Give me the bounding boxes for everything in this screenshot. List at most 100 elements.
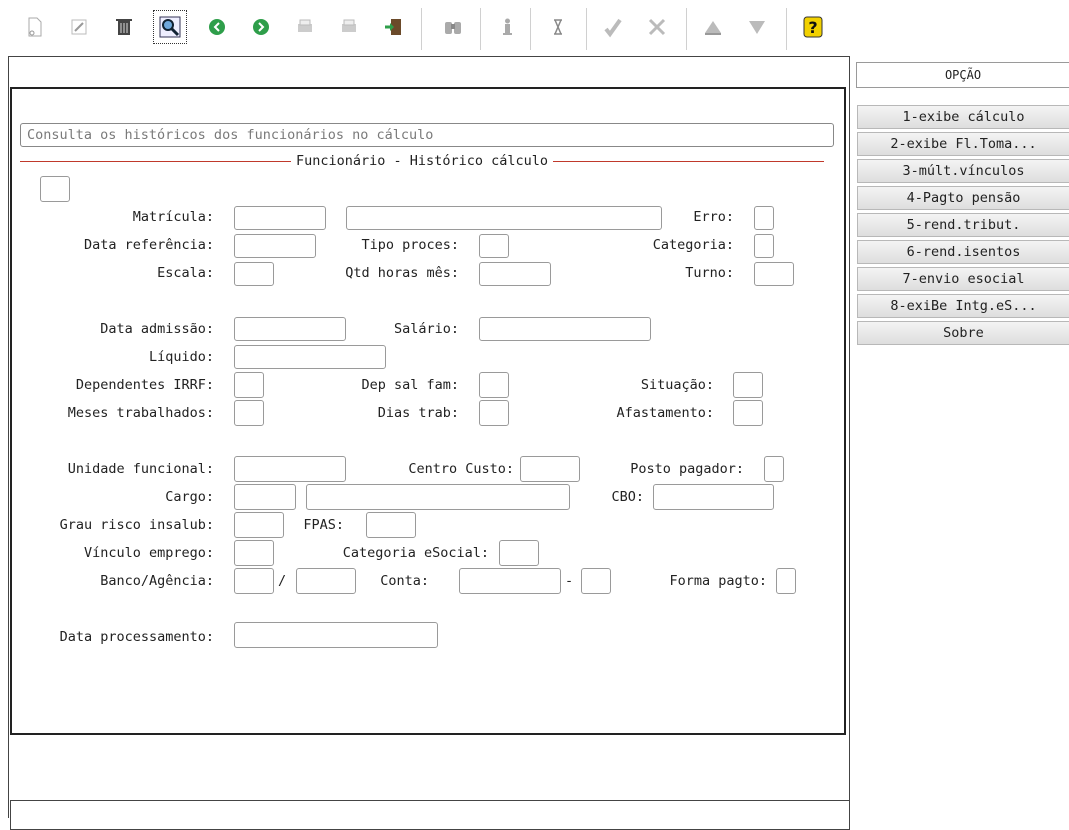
next-icon[interactable]	[248, 14, 274, 40]
up-icon[interactable]	[700, 14, 726, 40]
option-mult-vinculos-button[interactable]: 3-múlt.vínculos	[857, 159, 1069, 183]
option-exibe-fl-toma-button[interactable]: 2-exibe Fl.Toma...	[857, 132, 1069, 156]
dep-sal-fam-field[interactable]	[479, 372, 509, 398]
conta-label: Conta:	[380, 573, 429, 589]
toolbar-separator	[586, 8, 587, 50]
afastamento-field[interactable]	[733, 400, 763, 426]
edit-icon[interactable]	[66, 14, 92, 40]
fpas-field[interactable]	[366, 512, 416, 538]
erro-field[interactable]	[754, 206, 774, 230]
turno-field[interactable]	[754, 262, 794, 286]
situacao-field[interactable]	[733, 372, 763, 398]
dependentes-irrf-field[interactable]	[234, 372, 264, 398]
data-processamento-label: Data processamento:	[59, 629, 214, 645]
group-header: Funcionário - Histórico cálculo	[20, 153, 824, 169]
liquido-field[interactable]	[234, 345, 386, 369]
cargo-code-field[interactable]	[234, 484, 296, 510]
print-icon[interactable]	[292, 14, 318, 40]
option-rend-isentos-button[interactable]: 6-rend.isentos	[857, 240, 1069, 264]
matricula-field[interactable]	[234, 206, 326, 230]
binoculars-icon[interactable]	[440, 14, 466, 40]
hourglass-icon[interactable]	[545, 14, 571, 40]
options-header: OPÇÃO	[856, 62, 1069, 88]
qtd-horas-mes-label: Qtd horas mês:	[345, 265, 459, 281]
toolbar-separator	[530, 8, 531, 50]
search-icon[interactable]	[153, 10, 187, 44]
escala-label: Escala:	[157, 265, 214, 281]
cbo-field[interactable]	[653, 484, 774, 510]
salario-field[interactable]	[479, 317, 651, 341]
help-icon[interactable]: ?	[800, 14, 826, 40]
grau-risco-field[interactable]	[234, 512, 284, 538]
tipo-proces-label: Tipo proces:	[361, 237, 459, 253]
posto-pagador-label: Posto pagador:	[630, 461, 744, 477]
exit-icon[interactable]	[380, 14, 406, 40]
new-icon[interactable]	[22, 14, 48, 40]
option-exibe-calculo-button[interactable]: 1-exibe cálculo	[857, 105, 1069, 129]
conta-field[interactable]	[459, 568, 561, 594]
banco-agencia-label: Banco/Agência:	[100, 573, 214, 589]
tipo-proces-field[interactable]	[479, 234, 509, 258]
description-bar: Consulta os históricos dos funcionários …	[20, 123, 834, 147]
vinculo-emprego-field[interactable]	[234, 540, 274, 566]
svg-text:?: ?	[808, 18, 817, 37]
categoria-esocial-field[interactable]	[499, 540, 539, 566]
cargo-label: Cargo:	[165, 489, 214, 505]
toolbar-separator	[421, 8, 422, 50]
dias-trab-label: Dias trab:	[377, 405, 459, 421]
confirm-icon[interactable]	[600, 14, 626, 40]
option-exibe-intg-esocial-button[interactable]: 8-exiBe Intg.eS...	[857, 294, 1069, 318]
unidade-funcional-label: Unidade funcional:	[67, 461, 214, 477]
categoria-label: Categoria:	[652, 237, 734, 253]
qtd-horas-mes-field[interactable]	[479, 262, 551, 286]
conta-separator: -	[565, 573, 574, 589]
forma-pagto-label: Forma pagto:	[669, 573, 767, 589]
cbo-label: CBO:	[611, 489, 644, 505]
data-processamento-field[interactable]	[234, 622, 438, 648]
categoria-field[interactable]	[754, 234, 774, 258]
info-icon[interactable]	[494, 14, 520, 40]
filter-icon[interactable]	[744, 14, 770, 40]
banco-agencia-separator: /	[278, 573, 287, 589]
dependentes-irrf-label: Dependentes IRRF:	[75, 377, 214, 393]
meses-trabalhados-field[interactable]	[234, 400, 264, 426]
unidade-funcional-field[interactable]	[234, 456, 346, 482]
liquido-label: Líquido:	[148, 349, 214, 365]
agencia-field[interactable]	[296, 568, 356, 594]
banco-field[interactable]	[234, 568, 274, 594]
select-checkbox[interactable]	[40, 176, 70, 202]
situacao-label: Situação:	[640, 377, 714, 393]
conta-digito-field[interactable]	[581, 568, 611, 594]
cancel-icon[interactable]	[644, 14, 670, 40]
previous-icon[interactable]	[204, 14, 230, 40]
posto-pagador-field[interactable]	[764, 456, 784, 482]
centro-custo-field[interactable]	[520, 456, 580, 482]
data-admissao-label: Data admissão:	[100, 321, 214, 337]
option-envio-esocial-button[interactable]: 7-envio esocial	[857, 267, 1069, 291]
dias-trab-field[interactable]	[479, 400, 509, 426]
grau-risco-label: Grau risco insalub:	[59, 517, 214, 533]
matricula-label: Matrícula:	[132, 209, 214, 225]
group-title: Funcionário - Histórico cálculo	[291, 153, 553, 169]
print-preview-icon[interactable]	[336, 14, 362, 40]
option-pagto-pensao-button[interactable]: 4-Pagto pensão	[857, 186, 1069, 210]
afastamento-label: Afastamento:	[616, 405, 714, 421]
centro-custo-label: Centro Custo:	[408, 461, 514, 477]
nome-field[interactable]	[346, 206, 662, 230]
fpas-label: FPAS:	[303, 517, 344, 533]
option-rend-tribut-button[interactable]: 5-rend.tribut.	[857, 213, 1069, 237]
vinculo-emprego-label: Vínculo emprego:	[83, 545, 214, 561]
categoria-esocial-label: Categoria eSocial:	[342, 545, 489, 561]
forma-pagto-field[interactable]	[776, 568, 796, 594]
delete-icon[interactable]	[111, 14, 137, 40]
toolbar-separator	[686, 8, 687, 50]
status-box	[10, 800, 850, 830]
toolbar: ?	[0, 0, 850, 55]
escala-field[interactable]	[234, 262, 274, 286]
meses-trabalhados-label: Meses trabalhados:	[67, 405, 214, 421]
cargo-description-field[interactable]	[306, 484, 570, 510]
data-referencia-field[interactable]	[234, 234, 316, 258]
option-sobre-button[interactable]: Sobre	[857, 321, 1069, 345]
toolbar-separator	[786, 8, 787, 50]
data-admissao-field[interactable]	[234, 317, 346, 341]
